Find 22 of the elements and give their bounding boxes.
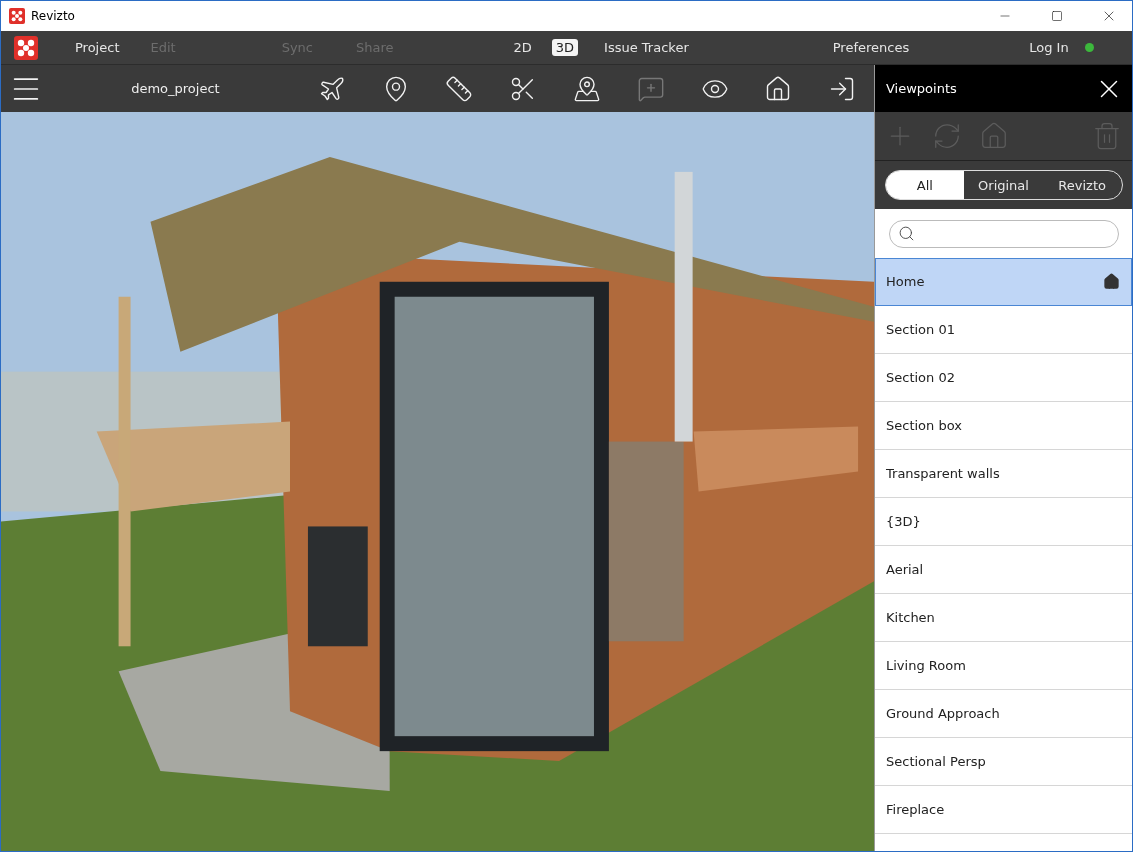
login-link[interactable]: Log In xyxy=(1029,40,1069,55)
view-mode-tab[interactable]: 2D xyxy=(509,39,536,56)
viewpoint-item[interactable]: Home xyxy=(875,258,1132,306)
menu-item[interactable]: Issue Tracker xyxy=(604,40,689,55)
panel-title: Viewpoints xyxy=(886,81,957,96)
home-icon xyxy=(979,121,1009,151)
app-logo[interactable] xyxy=(14,35,38,60)
search-icon xyxy=(897,225,915,242)
refresh-icon xyxy=(932,121,962,151)
maximize-icon xyxy=(1051,10,1063,22)
ruler-icon xyxy=(445,74,474,103)
window-title: Revizto xyxy=(31,9,76,23)
trash-icon xyxy=(1092,121,1122,151)
filter-tab[interactable]: Original xyxy=(964,171,1043,199)
menu-item[interactable]: Preferences xyxy=(832,40,910,55)
app-logo xyxy=(9,8,25,24)
view-mode-tab[interactable]: 3D xyxy=(551,39,579,56)
project-name: demo_project xyxy=(130,81,221,96)
menu-item[interactable]: Project xyxy=(75,40,120,55)
filter-tab[interactable]: Revizto xyxy=(1042,171,1122,199)
map-pin-icon xyxy=(573,74,601,103)
filter-tab[interactable]: All xyxy=(885,171,965,199)
